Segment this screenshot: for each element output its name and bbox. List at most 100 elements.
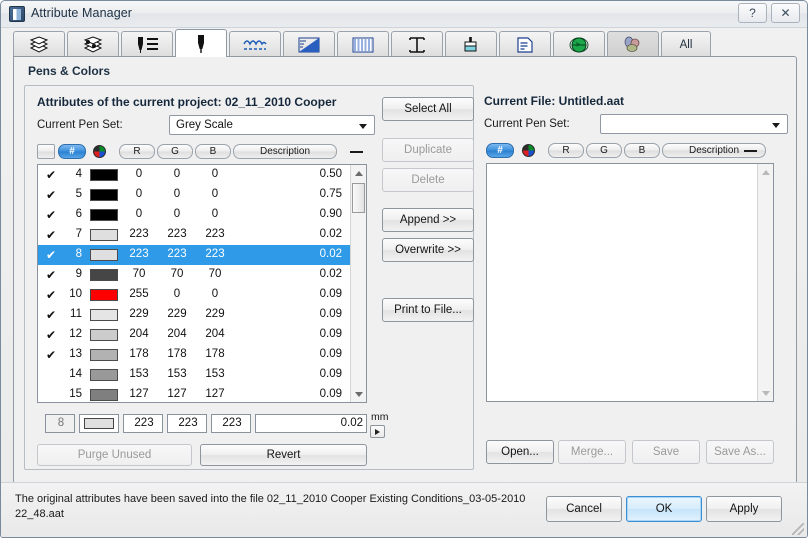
- row-check-icon[interactable]: ✔: [46, 248, 58, 262]
- row-check-icon[interactable]: ✔: [46, 328, 58, 342]
- right-pen-set-combo[interactable]: [600, 114, 788, 134]
- layers-icon: [28, 35, 50, 54]
- append-button[interactable]: Append >>: [382, 208, 474, 232]
- table-row[interactable]: ✔ 10 255 0 0 0.09: [38, 285, 350, 305]
- color-wheel-icon[interactable]: [522, 144, 535, 157]
- row-check-icon[interactable]: ✔: [46, 228, 58, 242]
- tab-materials[interactable]: [607, 31, 659, 57]
- left-pen-set-combo[interactable]: Grey Scale: [169, 115, 375, 135]
- row-color-swatch[interactable]: [90, 229, 118, 241]
- table-row[interactable]: ✔ 7 223 223 223 0.02: [38, 225, 350, 245]
- tab-all[interactable]: All: [661, 31, 711, 57]
- row-color-swatch[interactable]: [90, 309, 118, 321]
- row-check-icon[interactable]: ✔: [46, 288, 58, 302]
- row-color-swatch[interactable]: [90, 349, 118, 361]
- row-color-swatch[interactable]: [90, 249, 118, 261]
- edit-b-field[interactable]: 223: [211, 414, 251, 433]
- revert-button[interactable]: Revert: [200, 444, 367, 466]
- edit-width-field[interactable]: 0.02: [319, 414, 367, 433]
- column-header-width[interactable]: [744, 150, 757, 152]
- column-header-number[interactable]: #: [58, 144, 86, 159]
- row-color-swatch[interactable]: [90, 329, 118, 341]
- overwrite-button[interactable]: Overwrite >>: [382, 238, 474, 262]
- table-row[interactable]: ✔ 13 178 178 178 0.09: [38, 345, 350, 365]
- tab-brushes[interactable]: [445, 31, 497, 57]
- tab-layers[interactable]: [13, 31, 65, 57]
- row-color-swatch[interactable]: [90, 289, 118, 301]
- table-row[interactable]: ✔ 4 0 0 0 0.50: [38, 165, 350, 185]
- row-check-icon[interactable]: ✔: [46, 308, 58, 322]
- scroll-down-button[interactable]: [351, 386, 366, 402]
- tab-sections[interactable]: [391, 31, 443, 57]
- tab-classes[interactable]: [67, 31, 119, 57]
- row-r: 178: [129, 348, 149, 360]
- table-row[interactable]: ✔ 12 204 204 204 0.09: [38, 325, 350, 345]
- file-attributes-scrollbar[interactable]: [757, 164, 773, 401]
- save-button[interactable]: Save: [632, 440, 700, 464]
- tab-hatches[interactable]: [337, 31, 389, 57]
- attributes-list[interactable]: ✔ 4 0 0 0 0.50 ✔ 5 0 0 0 0.75 ✔ 6 0 0 0 0.90 ✔ 7 223 223 223 0.…: [37, 164, 367, 403]
- row-check-icon[interactable]: ✔: [46, 188, 58, 202]
- close-button[interactable]: ✕: [771, 3, 800, 23]
- column-header-b[interactable]: B: [195, 144, 231, 159]
- scroll-up-button[interactable]: [758, 164, 773, 180]
- row-number: 7: [75, 228, 82, 240]
- column-header-g[interactable]: G: [586, 143, 622, 158]
- row-color-swatch[interactable]: [90, 209, 118, 221]
- resize-grip[interactable]: [792, 523, 804, 535]
- edit-r-field[interactable]: 223: [123, 414, 163, 433]
- tab-pens[interactable]: [175, 29, 227, 57]
- open-button[interactable]: Open...: [486, 440, 554, 464]
- row-check-icon[interactable]: ✔: [46, 268, 58, 282]
- save-as-button[interactable]: Save As...: [706, 440, 774, 464]
- column-header-number[interactable]: #: [486, 143, 514, 158]
- tab-fills[interactable]: [283, 31, 335, 57]
- table-row[interactable]: 15 127 127 127 0.09: [38, 385, 350, 402]
- file-attributes-list[interactable]: [486, 163, 774, 402]
- scroll-down-button[interactable]: [758, 385, 773, 401]
- tab-globe[interactable]: [553, 31, 605, 57]
- tab-pen-list[interactable]: [121, 31, 173, 57]
- column-header-g[interactable]: G: [157, 144, 193, 159]
- cancel-button[interactable]: Cancel: [546, 496, 622, 522]
- merge-button[interactable]: Merge...: [558, 440, 626, 464]
- tab-textstyles[interactable]: [499, 31, 551, 57]
- row-color-swatch[interactable]: [90, 269, 118, 281]
- attributes-scrollbar[interactable]: [350, 165, 366, 402]
- table-row[interactable]: ✔ 5 0 0 0 0.75: [38, 185, 350, 205]
- delete-button[interactable]: Delete: [382, 168, 474, 192]
- row-g: 0: [173, 208, 181, 220]
- table-row[interactable]: ✔ 6 0 0 0 0.90: [38, 205, 350, 225]
- edit-g-field[interactable]: 223: [167, 414, 207, 433]
- table-row[interactable]: ✔ 11 229 229 229 0.09: [38, 305, 350, 325]
- row-r: 204: [129, 328, 149, 340]
- row-check-icon[interactable]: ✔: [46, 348, 58, 362]
- table-row[interactable]: ✔ 8 223 223 223 0.02: [38, 245, 350, 265]
- column-header-r[interactable]: R: [119, 144, 155, 159]
- row-check-icon[interactable]: ✔: [46, 168, 58, 182]
- print-file-button[interactable]: Print to File...: [382, 298, 474, 322]
- row-check-icon[interactable]: ✔: [46, 208, 58, 222]
- row-color-swatch[interactable]: [90, 169, 118, 181]
- scrollbar-thumb[interactable]: [352, 183, 365, 213]
- table-row[interactable]: 14 153 153 153 0.09: [38, 365, 350, 385]
- purge-unused-button[interactable]: Purge Unused: [37, 444, 192, 466]
- select-all-button[interactable]: Select All: [382, 97, 474, 121]
- row-color-swatch[interactable]: [90, 189, 118, 201]
- apply-button[interactable]: Apply: [706, 496, 782, 522]
- table-row[interactable]: ✔ 9 70 70 70 0.02: [38, 265, 350, 285]
- column-header-check[interactable]: [37, 144, 55, 159]
- help-button[interactable]: ?: [738, 3, 767, 23]
- scroll-up-button[interactable]: [351, 165, 366, 181]
- column-header-r[interactable]: R: [548, 143, 584, 158]
- row-color-swatch[interactable]: [90, 389, 118, 401]
- ok-button[interactable]: OK: [626, 496, 702, 522]
- column-header-width[interactable]: [350, 151, 363, 153]
- color-wheel-icon[interactable]: [93, 145, 106, 158]
- column-header-b[interactable]: B: [624, 143, 660, 158]
- column-header-description[interactable]: Description: [233, 144, 337, 159]
- row-color-swatch[interactable]: [90, 369, 118, 381]
- duplicate-button[interactable]: Duplicate: [382, 138, 474, 162]
- edit-color-swatch-button[interactable]: [79, 414, 119, 433]
- tab-linetypes[interactable]: [229, 31, 281, 57]
